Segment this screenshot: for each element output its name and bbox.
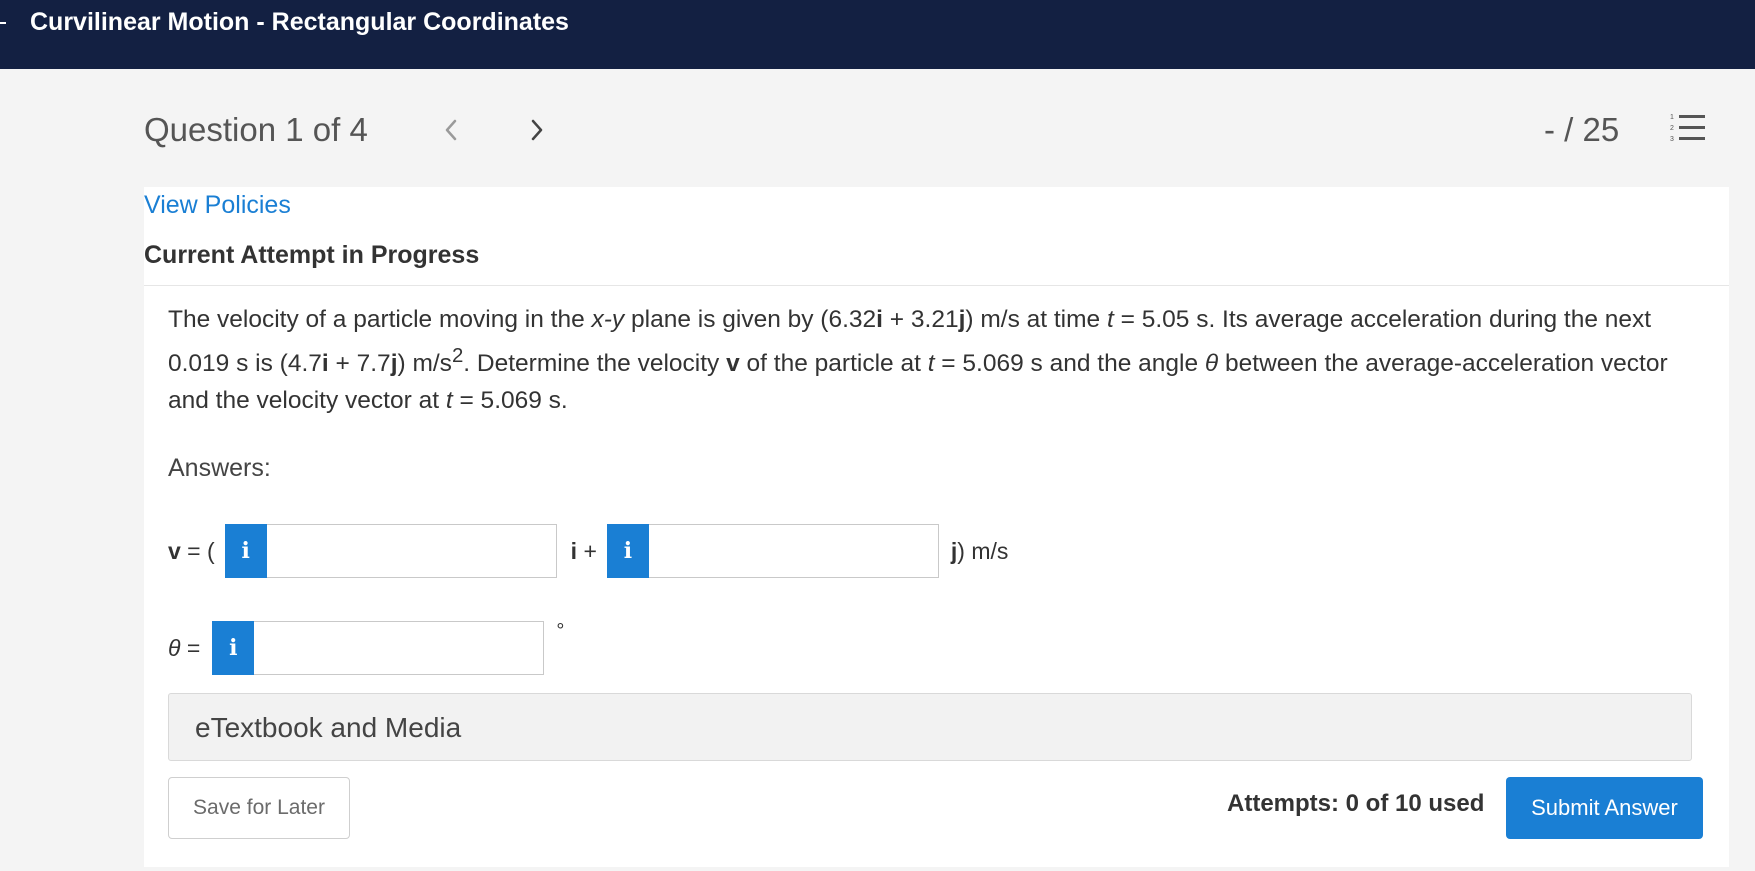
vy-input[interactable] <box>648 525 938 577</box>
vy-input-field[interactable] <box>648 524 939 578</box>
answers-label: Answers: <box>168 454 271 482</box>
etextbook-media-label: eTextbook and Media <box>195 712 462 743</box>
top-bar: Curvilinear Motion - Rectangular Coordin… <box>0 0 1755 69</box>
question-panel: View Policies Current Attempt in Progres… <box>144 187 1729 867</box>
vx-input-field[interactable] <box>266 524 557 578</box>
chevron-right-icon <box>531 119 543 141</box>
save-for-later-button[interactable]: Save for Later <box>168 777 350 839</box>
question-list-button[interactable]: 1 2 3 <box>1670 112 1706 144</box>
info-icon[interactable]: i <box>224 524 267 578</box>
question-counter: Question 1 of 4 <box>144 111 368 148</box>
svg-text:2: 2 <box>1670 125 1674 132</box>
menu-edge-marker <box>0 22 6 24</box>
question-header: Question 1 of 4 - / 25 1 2 3 <box>144 104 1729 154</box>
etextbook-media-panel[interactable]: eTextbook and Media <box>168 693 1692 761</box>
svg-text:3: 3 <box>1670 136 1674 143</box>
numbered-list-icon: 1 2 3 <box>1670 114 1705 143</box>
attempt-status-heading: Current Attempt in Progress <box>144 241 480 269</box>
velocity-answer-row: v = ( i i + i j) m/s <box>168 523 1008 579</box>
info-icon[interactable]: i <box>212 621 255 675</box>
theta-input-field[interactable] <box>254 621 545 675</box>
submit-answer-button[interactable]: Submit Answer <box>1506 777 1703 839</box>
j-units-label: j) m/s <box>950 537 1009 564</box>
question-text: The velocity of a particle moving in the… <box>168 306 1668 415</box>
attempts-counter: Attempts: 0 of 10 used <box>1227 790 1485 817</box>
vx-input[interactable] <box>266 525 556 577</box>
svg-text:1: 1 <box>1670 114 1674 121</box>
velocity-label: v = ( <box>168 537 215 564</box>
theta-answer-row: θ = i ° <box>168 620 564 676</box>
theta-input[interactable] <box>254 622 544 674</box>
next-question-button[interactable] <box>522 110 552 150</box>
info-icon[interactable]: i <box>606 524 649 578</box>
score-display: - / 25 <box>1544 111 1620 148</box>
chevron-left-icon <box>445 119 457 141</box>
i-plus-label: i + <box>570 537 597 564</box>
degree-unit: ° <box>556 620 565 642</box>
divider <box>144 285 1729 286</box>
view-policies-link[interactable]: View Policies <box>144 187 291 223</box>
theta-label: θ = <box>168 634 201 661</box>
assignment-title: Curvilinear Motion - Rectangular Coordin… <box>30 8 569 36</box>
question-content: The velocity of a particle moving in the… <box>168 301 1708 675</box>
previous-question-button[interactable] <box>436 110 466 150</box>
